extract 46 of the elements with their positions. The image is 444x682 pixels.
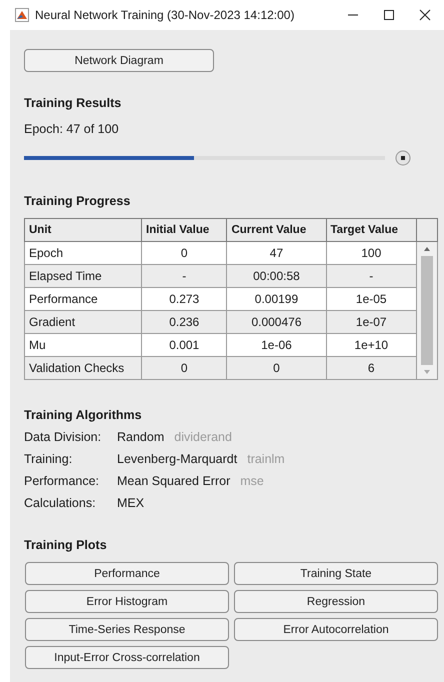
table-cell: 1e-07 [326, 310, 416, 334]
algorithm-label: Data Division: [24, 430, 102, 444]
table-cell: 0.000476 [226, 310, 326, 334]
plot-button[interactable]: Input-Error Cross-correlation [25, 646, 229, 669]
close-icon[interactable] [419, 9, 431, 21]
algorithm-value: Mean Squared Error [117, 474, 230, 488]
plot-button[interactable]: Training State [234, 562, 438, 585]
table-cell: 00:00:58 [226, 264, 326, 288]
app-logo-icon [15, 8, 29, 22]
window-title: Neural Network Training (30-Nov-2023 14:12:00) [35, 8, 296, 22]
plot-button[interactable]: Time-Series Response [25, 618, 229, 641]
plot-button[interactable]: Error Histogram [25, 590, 229, 613]
table-cell: 0 [226, 356, 326, 380]
table-cell: 0 [142, 356, 227, 380]
table-cell: Validation Checks [24, 356, 142, 380]
algorithm-value: MEX [117, 496, 144, 510]
maximize-icon[interactable] [383, 9, 395, 21]
algorithm-value: Random [117, 430, 164, 444]
table-cell: - [142, 264, 227, 288]
plot-button[interactable]: Regression [234, 590, 438, 613]
column-header: Initial Value [142, 218, 227, 242]
section-heading: Training Results [24, 96, 122, 110]
column-header: Current Value [226, 218, 326, 242]
column-header: Unit [24, 218, 142, 242]
function-name: trainlm [247, 452, 285, 466]
function-name: dividerand [174, 430, 232, 444]
network-diagram-button[interactable]: Network Diagram [24, 49, 214, 72]
function-name: mse [240, 474, 264, 488]
table-cell: - [326, 264, 416, 288]
column-header: Target Value [326, 218, 416, 242]
section-heading: Training Plots [24, 538, 108, 552]
algorithm-label: Calculations: [24, 496, 97, 510]
table-cell: Elapsed Time [24, 264, 142, 288]
table-cell: Gradient [24, 310, 142, 334]
plot-button[interactable]: Error Autocorrelation [234, 618, 438, 641]
scrollbar[interactable] [417, 242, 437, 379]
section-heading: Training Progress [24, 194, 132, 208]
plot-button[interactable]: Performance [25, 562, 229, 585]
epoch-status: Epoch: 47 of 100 [24, 122, 120, 136]
table-cell: 6 [326, 356, 416, 380]
algorithm-label: Training: [24, 452, 74, 466]
algorithm-label: Performance: [24, 474, 100, 488]
stop-icon[interactable] [395, 150, 411, 166]
table-cell: 0.236 [142, 310, 227, 334]
section-heading: Training Algorithms [24, 408, 143, 422]
algorithm-value: Levenberg-Marquardt [117, 452, 238, 466]
